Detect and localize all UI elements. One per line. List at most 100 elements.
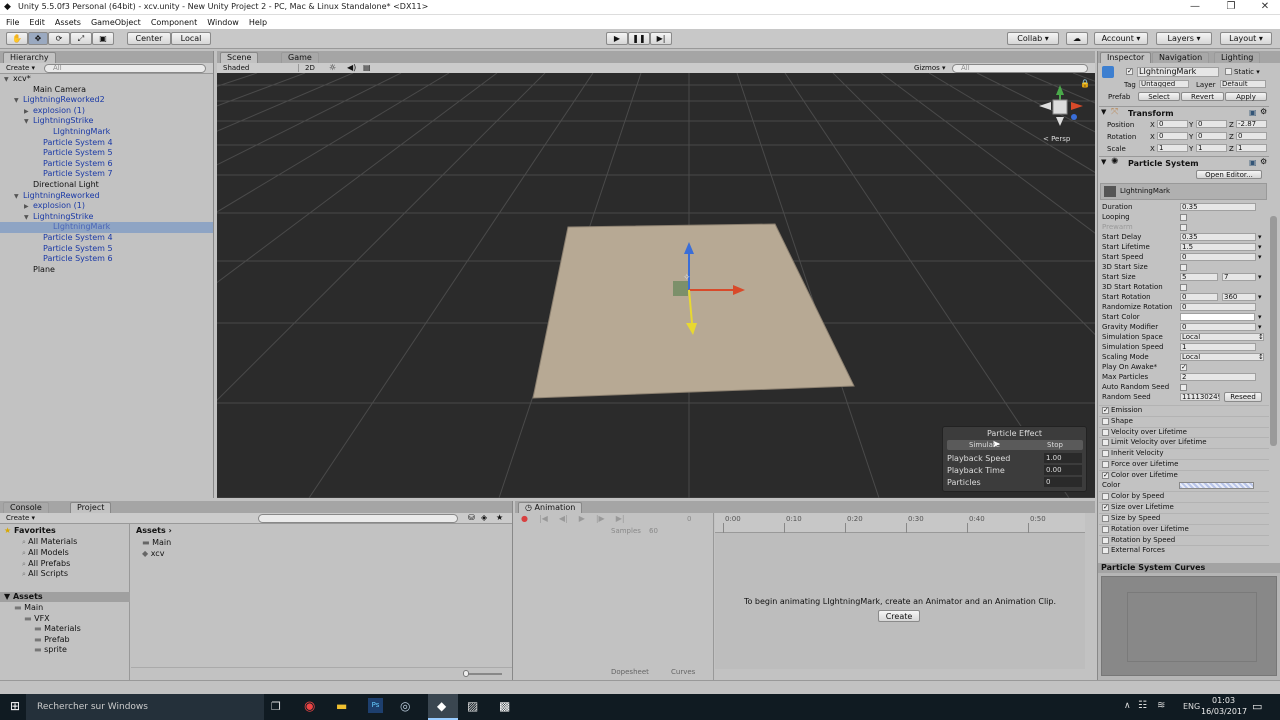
hand-tool-button[interactable]: ✋: [6, 32, 28, 45]
ps-prop-field[interactable]: 0: [1180, 303, 1256, 311]
curve-mode-icon[interactable]: ▾: [1258, 253, 1262, 261]
tab-game[interactable]: Game: [281, 52, 319, 63]
transform-y-field[interactable]: 0: [1196, 132, 1227, 140]
ps-module-checkbox[interactable]: [1102, 515, 1109, 522]
ps-module-row[interactable]: ✓ Emission: [1099, 405, 1269, 415]
clock-date[interactable]: 16/03/2017: [1201, 707, 1247, 716]
hierarchy-item[interactable]: LIghtningMark: [0, 222, 213, 233]
lighting-toggle-icon[interactable]: ☼: [329, 63, 336, 72]
curve-mode-icon[interactable]: ▾: [1258, 293, 1262, 301]
rotate-tool-button[interactable]: ⟳: [48, 32, 70, 45]
particle-effect-row-value[interactable]: 0: [1044, 477, 1082, 487]
move-tool-button[interactable]: ✥: [28, 32, 48, 45]
tab-scene[interactable]: Scene: [220, 52, 259, 63]
open-editor-button[interactable]: Open Editor...: [1196, 170, 1262, 179]
active-checkbox[interactable]: ✓: [1126, 68, 1133, 75]
foldout-arrow-icon[interactable]: ▼: [24, 213, 33, 224]
scene-search-input[interactable]: All: [952, 64, 1088, 73]
lock-icon[interactable]: 🔒: [1080, 79, 1090, 88]
assets-folder-item[interactable]: ▼ Assets: [0, 592, 130, 602]
cloud-button[interactable]: ☁: [1066, 32, 1088, 45]
ps-module-checkbox[interactable]: [1102, 536, 1109, 544]
color-gradient-field[interactable]: [1179, 481, 1254, 489]
unity-taskbar-button[interactable]: ◆: [428, 694, 458, 720]
favorite-item[interactable]: ⌕ All Models: [22, 548, 77, 559]
particle-effect-row-value[interactable]: 1.00: [1044, 453, 1082, 463]
asset-item[interactable]: ◆ xcv: [142, 548, 171, 559]
step-button[interactable]: ▶|: [650, 32, 672, 45]
ps-module-checkbox[interactable]: [1102, 417, 1109, 425]
notifications-icon[interactable]: ▭: [1252, 700, 1262, 713]
ps-prop-field[interactable]: 0: [1180, 323, 1256, 331]
ps-module-row[interactable]: Rotation by Speed: [1099, 534, 1269, 545]
hierarchy-item[interactable]: Plane: [0, 265, 213, 276]
ps-prop-checkbox[interactable]: [1180, 224, 1187, 231]
clock-time[interactable]: 01:03: [1212, 696, 1235, 705]
ps-prop-min-field[interactable]: 5: [1180, 273, 1218, 281]
curves-editor[interactable]: [1101, 576, 1277, 676]
first-key-icon[interactable]: |◀: [539, 514, 548, 523]
ps-prop-field[interactable]: 2: [1180, 373, 1256, 381]
last-key-icon[interactable]: ▶|: [616, 514, 625, 523]
curve-mode-icon[interactable]: ▾: [1258, 273, 1262, 281]
windows-start-icon[interactable]: ⊞: [10, 699, 20, 713]
filter-label-icon[interactable]: ◈: [481, 513, 487, 522]
hierarchy-item[interactable]: ▶ explosion (1): [0, 201, 213, 212]
ps-module-row[interactable]: ✓ Color over Lifetime: [1099, 469, 1269, 480]
play-anim-icon[interactable]: ▶: [579, 514, 585, 523]
hierarchy-item[interactable]: ▼ xcv*: [0, 74, 213, 85]
assets-breadcrumb[interactable]: Assets ›: [136, 526, 172, 535]
menu-file[interactable]: File: [6, 18, 19, 27]
project-search-input[interactable]: [258, 514, 458, 523]
ps-module-checkbox[interactable]: [1102, 493, 1109, 501]
menu-assets[interactable]: Assets: [55, 18, 81, 27]
hierarchy-item[interactable]: Particle System 5: [0, 244, 213, 255]
object-name-field[interactable]: LIghtningMark: [1137, 67, 1219, 77]
folder-tree-item[interactable]: ▬ VFX: [0, 614, 130, 625]
help-icon[interactable]: ▣: [1249, 158, 1257, 167]
persp-label[interactable]: < Persp: [1043, 135, 1070, 143]
chrome-icon[interactable]: ◉: [304, 699, 315, 714]
ps-module-checkbox[interactable]: [1102, 450, 1109, 458]
rect-tool-button[interactable]: ▣: [92, 32, 114, 45]
shading-mode-dropdown[interactable]: Shaded: [223, 64, 299, 72]
hierarchy-item[interactable]: LIghtningMark: [0, 127, 213, 138]
account-dropdown[interactable]: Account ▾: [1094, 32, 1148, 45]
folder-tree-item[interactable]: ▬ Materials: [0, 624, 130, 635]
favorite-item[interactable]: ⌕ All Scripts: [22, 569, 77, 580]
network-icon[interactable]: ☷: [1138, 700, 1147, 711]
curve-mode-icon[interactable]: ▾: [1258, 243, 1262, 251]
prefab-apply-button[interactable]: Apply: [1225, 92, 1267, 101]
ps-module-checkbox[interactable]: [1102, 439, 1109, 447]
tab-dopesheet[interactable]: Dopesheet: [611, 668, 649, 676]
hierarchy-item[interactable]: ▼ LightningReworked: [0, 191, 213, 202]
tab-curves[interactable]: Curves: [671, 668, 695, 676]
effects-dropdown-icon[interactable]: ▤: [363, 63, 371, 72]
layers-dropdown[interactable]: Layers ▾: [1156, 32, 1212, 45]
ps-prop-checkbox[interactable]: [1180, 284, 1187, 291]
ps-prop-field[interactable]: 0.35: [1180, 203, 1256, 211]
reseed-button[interactable]: Reseed: [1224, 392, 1262, 402]
asset-item[interactable]: ▬ Main: [142, 537, 171, 548]
prev-key-icon[interactable]: ◀|: [559, 514, 568, 523]
ps-module-checkbox[interactable]: [1102, 428, 1109, 436]
ps-module-row[interactable]: Rotation over Lifetime: [1099, 523, 1269, 534]
tab-navigation[interactable]: Navigation: [1152, 52, 1210, 63]
animation-create-button[interactable]: Create: [878, 610, 920, 622]
tray-chevron-icon[interactable]: ∧: [1124, 701, 1131, 711]
maximize-button[interactable]: ❐: [1214, 0, 1248, 15]
transform-z-field[interactable]: 0: [1236, 132, 1267, 140]
ps-prop-field[interactable]: 1.5: [1180, 243, 1256, 251]
ps-module-row[interactable]: Velocity over Lifetime: [1099, 426, 1269, 437]
tab-hierarchy[interactable]: Hierarchy: [3, 52, 56, 63]
foldout-arrow-icon[interactable]: ▼: [4, 75, 13, 86]
hierarchy-item[interactable]: Particle System 4: [0, 138, 213, 149]
transform-x-field[interactable]: 1: [1157, 144, 1188, 152]
folder-tree-item[interactable]: ▬ sprite: [0, 645, 130, 656]
favorite-item[interactable]: ⌕ All Prefabs: [22, 559, 77, 570]
filter-type-icon[interactable]: ⛁: [468, 513, 475, 522]
ps-prop-seed-field[interactable]: 111130249: [1180, 393, 1220, 401]
ps-prop-color-field[interactable]: [1180, 313, 1255, 321]
help-icon[interactable]: ▣: [1249, 108, 1257, 117]
close-button[interactable]: ✕: [1248, 0, 1280, 15]
